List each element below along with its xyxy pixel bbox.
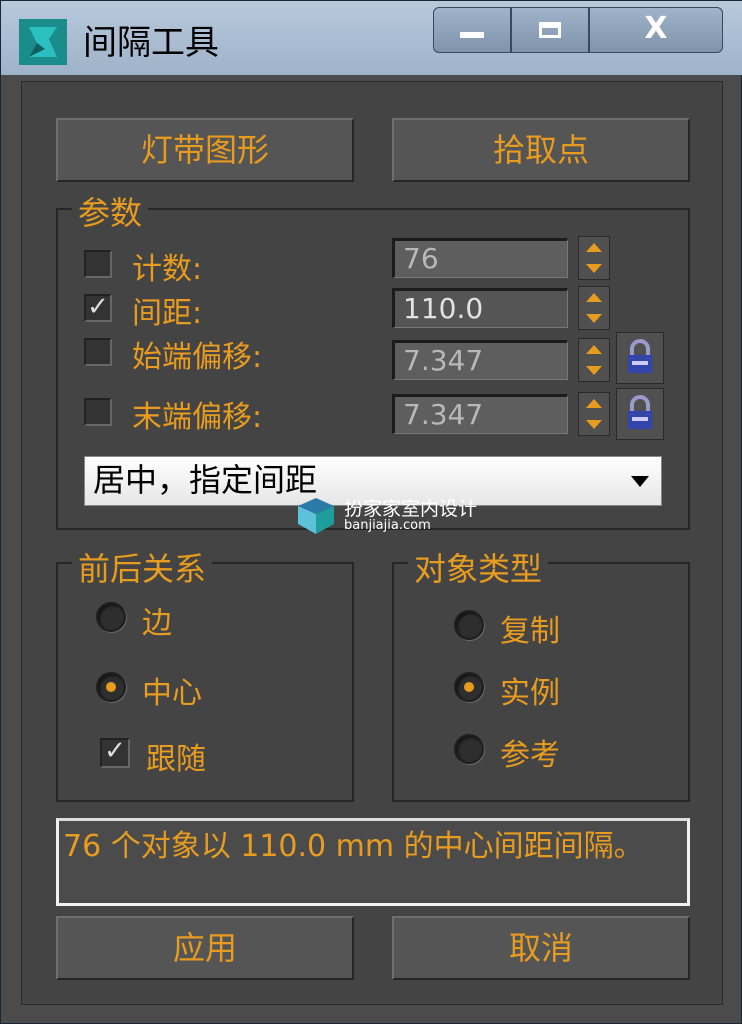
- follow-checkbox[interactable]: ✓: [100, 738, 130, 768]
- status-message: 76 个对象以 110.0 mm 的中心间距间隔。: [56, 818, 690, 906]
- start-offset-lock-button[interactable]: [616, 332, 664, 384]
- watermark-logo-icon: [298, 498, 334, 534]
- edges-label: 边: [142, 606, 172, 641]
- spinner-up-icon[interactable]: [586, 345, 602, 354]
- cancel-button[interactable]: 取消: [392, 916, 690, 980]
- spinner-up-icon[interactable]: [586, 293, 602, 302]
- count-label: 计数:: [132, 252, 203, 287]
- centers-label: 中心: [142, 676, 202, 711]
- spline-button[interactable]: 灯带图形: [56, 118, 354, 182]
- end-offset-input[interactable]: 7.347: [392, 394, 568, 434]
- maximize-icon: [539, 22, 561, 38]
- parameters-group-title: 参数: [72, 188, 149, 234]
- spinner-down-icon[interactable]: [586, 420, 602, 429]
- end-offset-spinner[interactable]: [578, 392, 610, 436]
- end-offset-checkbox[interactable]: [84, 398, 112, 426]
- chevron-down-icon[interactable]: [631, 476, 649, 487]
- close-icon: X: [644, 11, 668, 46]
- start-offset-label: 始端偏移:: [132, 340, 263, 375]
- spinner-down-icon[interactable]: [586, 264, 602, 273]
- instance-radio[interactable]: [454, 672, 484, 702]
- count-input[interactable]: 76: [392, 238, 568, 278]
- end-offset-label: 末端偏移:: [132, 400, 263, 435]
- reference-label: 参考: [500, 738, 560, 773]
- pick-points-button[interactable]: 拾取点: [392, 118, 690, 182]
- window-title: 间隔工具: [83, 23, 219, 63]
- minimize-button[interactable]: [433, 7, 511, 53]
- count-spinner[interactable]: [578, 236, 610, 280]
- spacing-label: 间距:: [132, 296, 203, 331]
- start-offset-input[interactable]: 7.347: [392, 340, 568, 380]
- edges-radio[interactable]: [96, 602, 126, 632]
- spacing-spinner[interactable]: [578, 286, 610, 330]
- watermark-name: 扮家家室内设计: [344, 498, 478, 520]
- spacing-mode-value: 居中，指定间距: [93, 461, 318, 499]
- spinner-down-icon[interactable]: [586, 366, 602, 375]
- end-offset-lock-button[interactable]: [616, 388, 664, 440]
- object-type-group-title: 对象类型: [408, 544, 549, 590]
- spinner-up-icon[interactable]: [586, 243, 602, 252]
- apply-button[interactable]: 应用: [56, 916, 354, 980]
- spinner-down-icon[interactable]: [586, 314, 602, 323]
- maximize-button[interactable]: [511, 7, 589, 53]
- start-offset-checkbox[interactable]: [84, 338, 112, 366]
- count-checkbox[interactable]: [84, 250, 112, 278]
- minimize-icon: [460, 32, 484, 38]
- start-offset-spinner[interactable]: [578, 338, 610, 382]
- context-group-title: 前后关系: [72, 544, 213, 590]
- instance-label: 实例: [500, 676, 560, 711]
- close-button[interactable]: X: [589, 7, 723, 53]
- centers-radio[interactable]: [96, 672, 126, 702]
- copy-radio[interactable]: [454, 610, 484, 640]
- watermark-url: banjiajia.com: [344, 518, 431, 533]
- reference-radio[interactable]: [454, 734, 484, 764]
- copy-label: 复制: [500, 614, 560, 649]
- spinner-up-icon[interactable]: [586, 399, 602, 408]
- follow-label: 跟随: [146, 742, 206, 777]
- lock-icon: [628, 395, 652, 429]
- title-bar[interactable]: 间隔工具 X: [1, 1, 742, 75]
- 3dsmax-app-icon: [19, 19, 67, 65]
- dialog-body: 灯带图形 拾取点 参数 计数: 76 ✓ 间距: 110.0 始端偏移: 7.3…: [21, 81, 723, 1005]
- spacing-checkbox[interactable]: ✓: [84, 294, 112, 322]
- spacing-input[interactable]: 110.0: [392, 288, 568, 328]
- spacing-tool-window: 间隔工具 X 灯带图形 拾取点 参数 计数: 76 ✓ 间距: 110.0 始端…: [0, 0, 742, 1024]
- lock-icon: [628, 339, 652, 373]
